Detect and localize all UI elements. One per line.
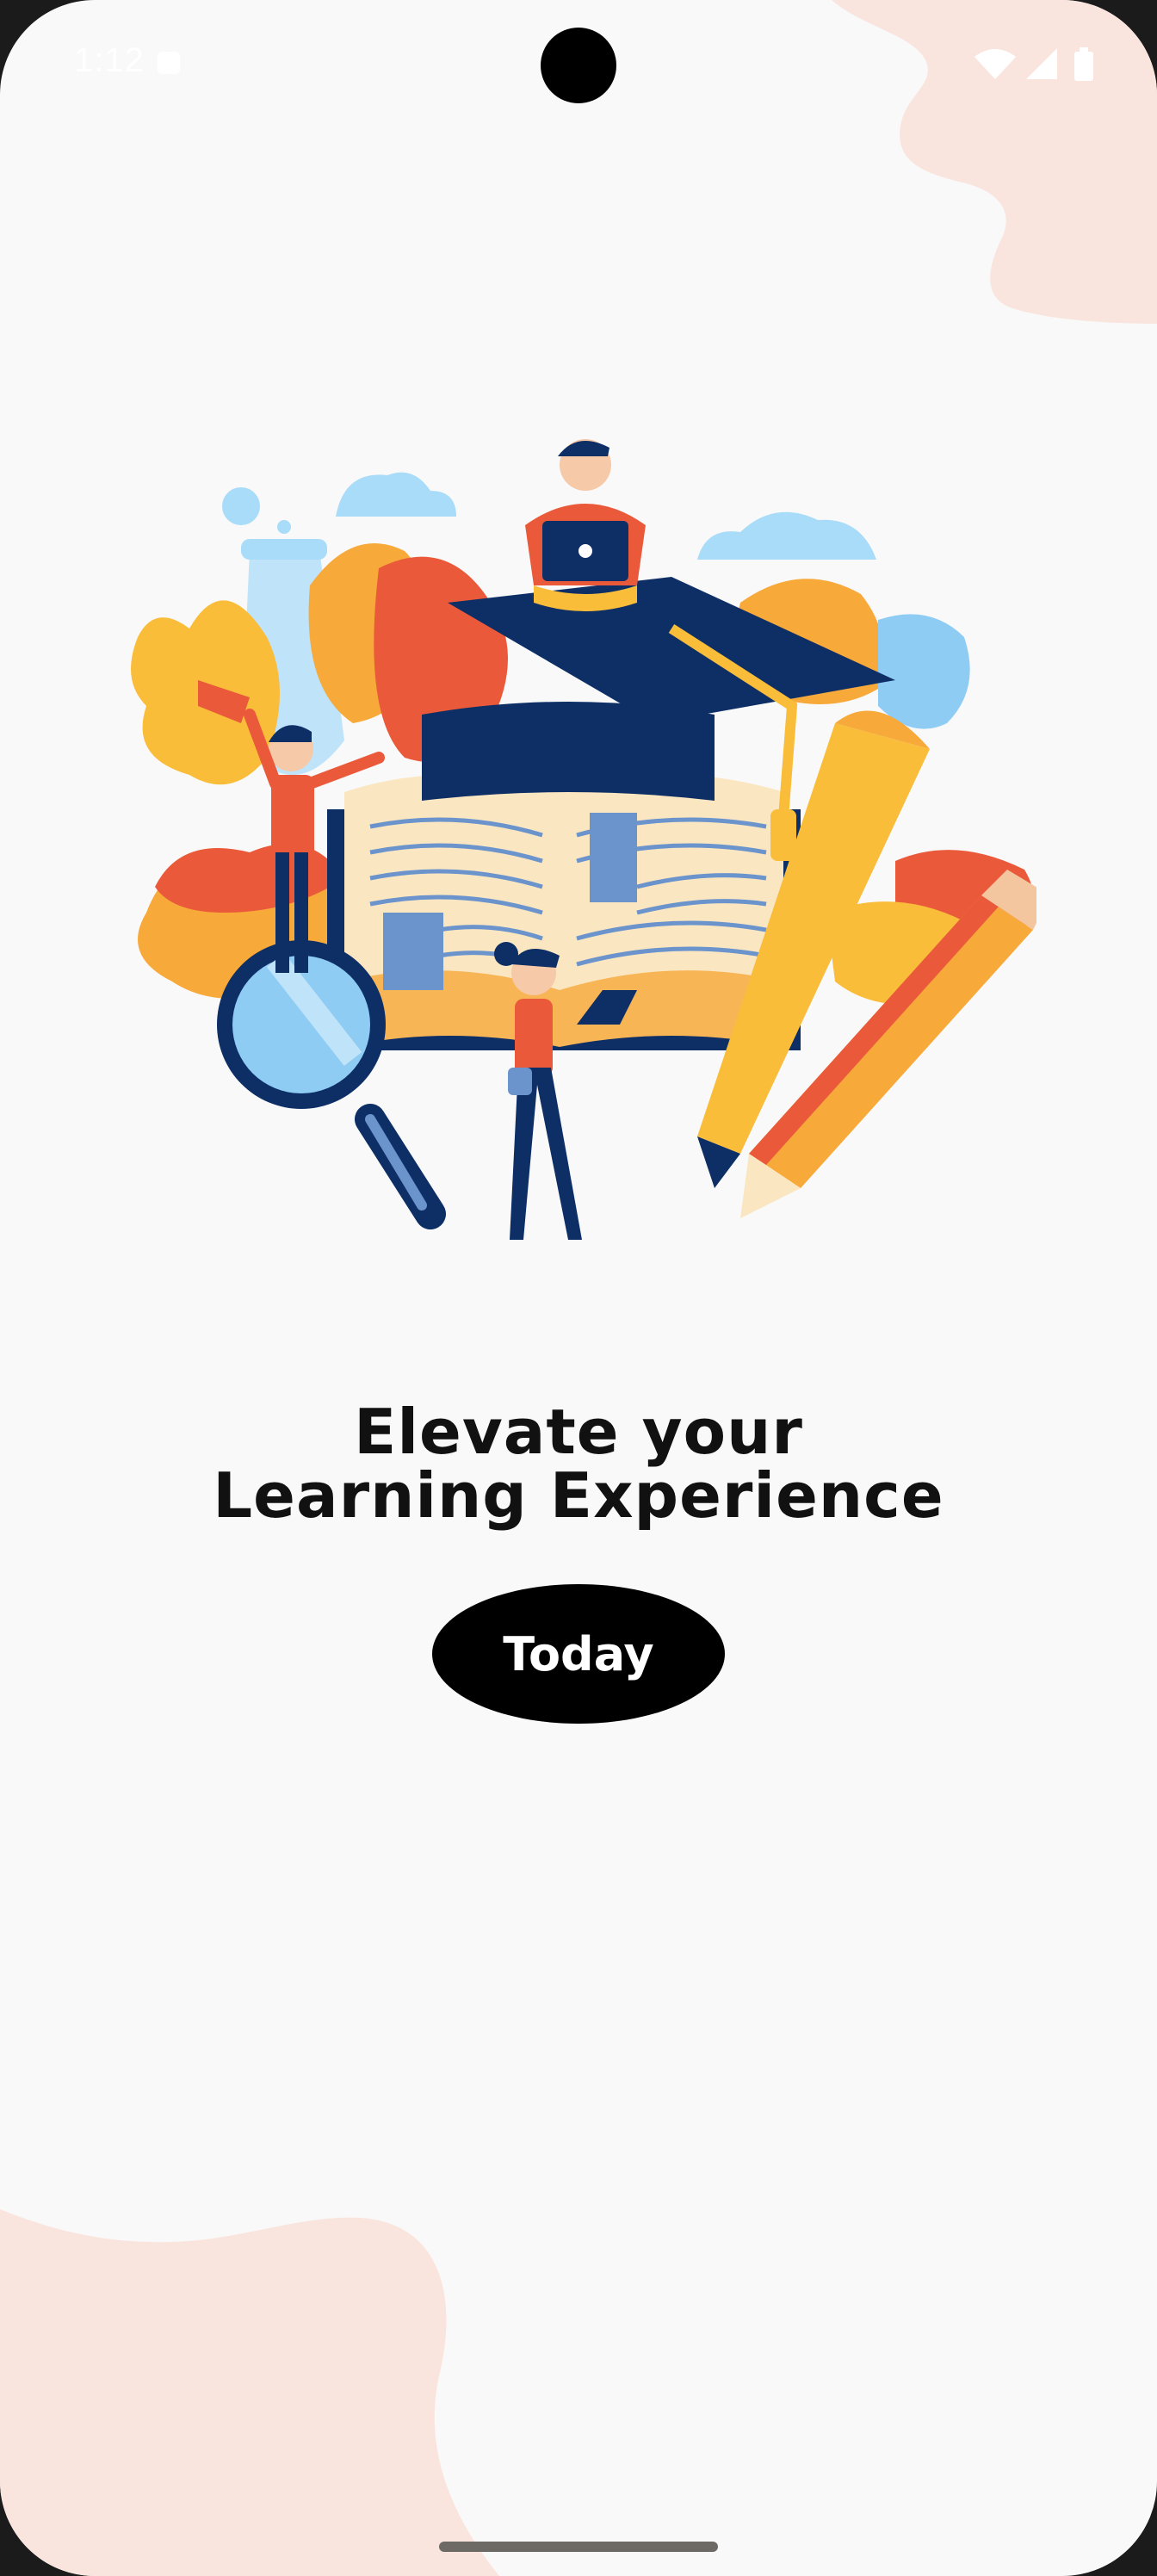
education-illustration bbox=[131, 439, 1036, 1240]
headline: Elevate your Learning Experience bbox=[0, 1400, 1157, 1527]
home-indicator[interactable] bbox=[439, 2542, 718, 2552]
signal-icon bbox=[1026, 48, 1057, 79]
app-screen: 1:12 Elevate your Learning Experience To… bbox=[0, 0, 1157, 2576]
battery-icon bbox=[1074, 47, 1093, 81]
man-with-laptop bbox=[525, 439, 646, 611]
wifi-icon bbox=[974, 49, 1016, 79]
today-button[interactable]: Today bbox=[432, 1584, 725, 1724]
notification-icon bbox=[158, 52, 180, 74]
status-time: 1:12 bbox=[74, 41, 145, 79]
bottom-left-blob bbox=[0, 2209, 499, 2576]
headline-line2: Learning Experience bbox=[213, 1459, 944, 1533]
background-blobs bbox=[0, 0, 1157, 2576]
headline-line1: Elevate your bbox=[354, 1396, 803, 1469]
status-icons bbox=[974, 45, 1104, 83]
camera-cutout bbox=[541, 28, 616, 103]
open-book bbox=[327, 775, 801, 1050]
